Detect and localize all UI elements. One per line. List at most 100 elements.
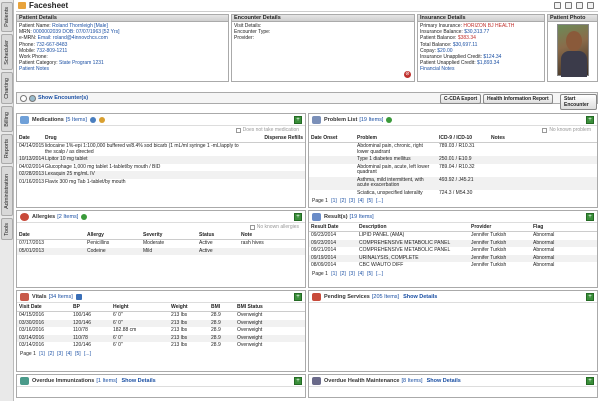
panel-title: Overdue Health Maintenance <box>324 377 400 384</box>
page-link[interactable]: [4] <box>358 271 364 277</box>
checkbox-icon[interactable] <box>249 224 255 230</box>
add-maintenance-button[interactable]: + <box>586 376 594 385</box>
table-row[interactable]: 03/14/2016 120/146 6' 0" 213 lbs 28.9 Overwei… <box>17 342 305 350</box>
page-link[interactable]: [5] <box>367 271 373 277</box>
add-allergy-button[interactable]: + <box>294 212 302 221</box>
table-row[interactable]: Sciatica, unspecified laterality 724.3 / … <box>309 190 597 198</box>
cell: Abdominal pain, acute, left lower quadra… <box>357 163 430 175</box>
table-row[interactable]: Asthma, mild intermittent, with acute ex… <box>309 176 597 190</box>
ccda-export-button[interactable]: C-CDA Export <box>440 94 482 104</box>
table-row[interactable]: 04/14/2015 lidocaine 1%-epi 1:100,000 buf… <box>17 143 305 157</box>
no-allergies-checkbox[interactable]: No known allergies <box>17 223 305 231</box>
cell <box>243 143 305 157</box>
table-row[interactable]: 05/01/2013 Codeine Mild Active <box>17 247 305 255</box>
page-link[interactable]: [3] <box>349 271 355 277</box>
show-details-link[interactable]: Show Details <box>121 378 155 384</box>
tab-billing[interactable]: Billing <box>1 106 13 132</box>
document-icon[interactable] <box>565 2 572 9</box>
tab-label: Patients <box>4 7 10 27</box>
page-link[interactable]: [2] <box>340 271 346 277</box>
add-medication-button[interactable]: + <box>294 115 302 124</box>
tab-administration[interactable]: Administration <box>1 166 13 216</box>
print-icon[interactable] <box>554 2 561 9</box>
cell <box>489 143 597 157</box>
patient-notes-link[interactable]: Patient Notes <box>17 66 228 72</box>
table-row[interactable]: 03/30/2016 120/146 6' 0" 213 lbs 28.9 Overwei… <box>17 319 305 327</box>
item-count[interactable]: [2 Items] <box>57 214 78 220</box>
page-link[interactable]: [2] <box>48 351 54 357</box>
add-immunization-button[interactable]: + <box>294 376 302 385</box>
item-count[interactable]: [1 Items] <box>96 378 117 384</box>
table-row[interactable]: 09/23/2014 LIPID PANEL (AMA) Jennifer Turk… <box>309 232 597 240</box>
table-row[interactable]: 09/21/2014 COMPREHENSIVE METABOLIC PANEL J… <box>309 247 597 255</box>
page-link[interactable]: [...] <box>376 198 383 204</box>
item-count[interactable]: [205 Items] <box>372 294 399 300</box>
export-icon[interactable] <box>587 2 594 9</box>
no-problem-checkbox[interactable]: No known problem <box>309 126 597 134</box>
tab-label: Scheduler <box>4 39 10 65</box>
table-row[interactable]: Abdominal pain, chronic, right lower qua… <box>309 143 597 157</box>
check-icon <box>386 116 393 123</box>
tab-reports[interactable]: Reports <box>1 134 13 164</box>
start-encounter-button[interactable]: Start Encounter <box>560 94 597 110</box>
item-count[interactable]: [5 Items] <box>66 117 87 123</box>
tab-charting[interactable]: Charting <box>1 72 13 104</box>
box-heading: Encounter Details <box>232 15 414 22</box>
checkbox-icon[interactable] <box>542 127 548 133</box>
cell: 493.92 / J45.21 <box>437 176 489 190</box>
cell: URINALYSIS, COMPLETE <box>357 254 469 262</box>
show-encounters-link[interactable]: Show Encounter(s) <box>38 95 88 101</box>
page-link[interactable]: [1] <box>331 198 337 204</box>
table-row[interactable]: 09/23/2014 COMPREHENSIVE METABOLIC PANEL J… <box>309 239 597 247</box>
add-result-button[interactable]: + <box>586 212 594 221</box>
table-row[interactable]: 04/15/2016 100/146 6' 0" 213 lbs 28.9 Overwei… <box>17 312 305 320</box>
table-row[interactable]: 02/28/2013 Lexaquin 25 mg/mL IV <box>17 171 305 179</box>
tab-scheduler[interactable]: Scheduler <box>1 34 13 70</box>
item-count[interactable]: [8 Items] <box>402 378 423 384</box>
insurance-credit-value: $124.34 <box>483 54 502 61</box>
page-link[interactable]: [...] <box>84 351 91 357</box>
page-link[interactable]: [1] <box>331 271 337 277</box>
table-row[interactable]: 04/02/2014 Glucophage 1,000 mg tablet 1-t… <box>17 164 305 172</box>
add-service-button[interactable]: + <box>586 292 594 301</box>
cell: Overweight <box>235 334 305 342</box>
show-details-link[interactable]: Show Details <box>403 294 437 300</box>
table-row[interactable]: Type 1 diabetes mellitus 250.01 / E10.9 <box>309 156 597 164</box>
table-row[interactable]: 03/14/2016 110/78 6' 0" 213 lbs 28.9 Overweig… <box>17 334 305 342</box>
page-link[interactable]: [...] <box>376 271 383 277</box>
table-row[interactable]: 10/13/2014 Lipitor 10 mg tablet <box>17 156 305 164</box>
page-link[interactable]: [3] <box>349 198 355 204</box>
edit-icon[interactable] <box>576 2 583 9</box>
financial-notes-link[interactable]: Financial Notes <box>418 66 544 72</box>
add-vitals-button[interactable]: + <box>294 292 302 301</box>
add-problem-button[interactable]: + <box>586 115 594 124</box>
table-row[interactable]: 08/09/2014 CBC W/AUTO DIFF Jennifer Turkis… <box>309 262 597 270</box>
medications-table: Date Drug Dispense Refills 04/14/2015 lid… <box>17 134 305 186</box>
page-link[interactable]: [4] <box>66 351 72 357</box>
tab-patients[interactable]: Patients <box>1 2 13 32</box>
table-row[interactable]: 01/16/2013 Flavix 300 mg Tab 1-tablet/by … <box>17 179 305 187</box>
health-report-button[interactable]: Health Information Report <box>483 94 553 104</box>
no-medication-checkbox[interactable]: Does not take medication <box>17 126 305 134</box>
cell: Jennifer Turkish <box>469 239 531 247</box>
page-link[interactable]: [1] <box>39 351 45 357</box>
item-count[interactable]: [19 Items] <box>350 214 374 220</box>
item-count[interactable]: [34 Items] <box>49 294 73 300</box>
graph-icon[interactable] <box>75 293 82 300</box>
show-details-link[interactable]: Show Details <box>427 378 461 384</box>
table-row[interactable]: Abdominal pain, acute, left lower quadra… <box>309 164 597 177</box>
item-count[interactable]: [19 Items] <box>359 117 383 123</box>
cell: 28.9 <box>211 342 221 348</box>
table-row[interactable]: 03/16/2016 110/78 182.88 cm 213 lbs 28.9 Over… <box>17 327 305 335</box>
page-link[interactable]: [4] <box>358 198 364 204</box>
table-row[interactable]: 09/19/2014 URINALYSIS, COMPLETE Jennifer T… <box>309 254 597 262</box>
tab-tools[interactable]: Tools <box>1 218 13 240</box>
patient-name: Roland Thornleigh [Male] <box>52 23 108 29</box>
checkbox-icon[interactable] <box>235 127 241 133</box>
table-row[interactable]: 07/17/2013 Penicillins Moderate Active rash … <box>17 240 305 248</box>
page-link[interactable]: [2] <box>340 198 346 204</box>
page-link[interactable]: [5] <box>367 198 373 204</box>
cell: Overweight <box>235 319 305 327</box>
page-link[interactable]: [5] <box>75 351 81 357</box>
page-link[interactable]: [3] <box>57 351 63 357</box>
